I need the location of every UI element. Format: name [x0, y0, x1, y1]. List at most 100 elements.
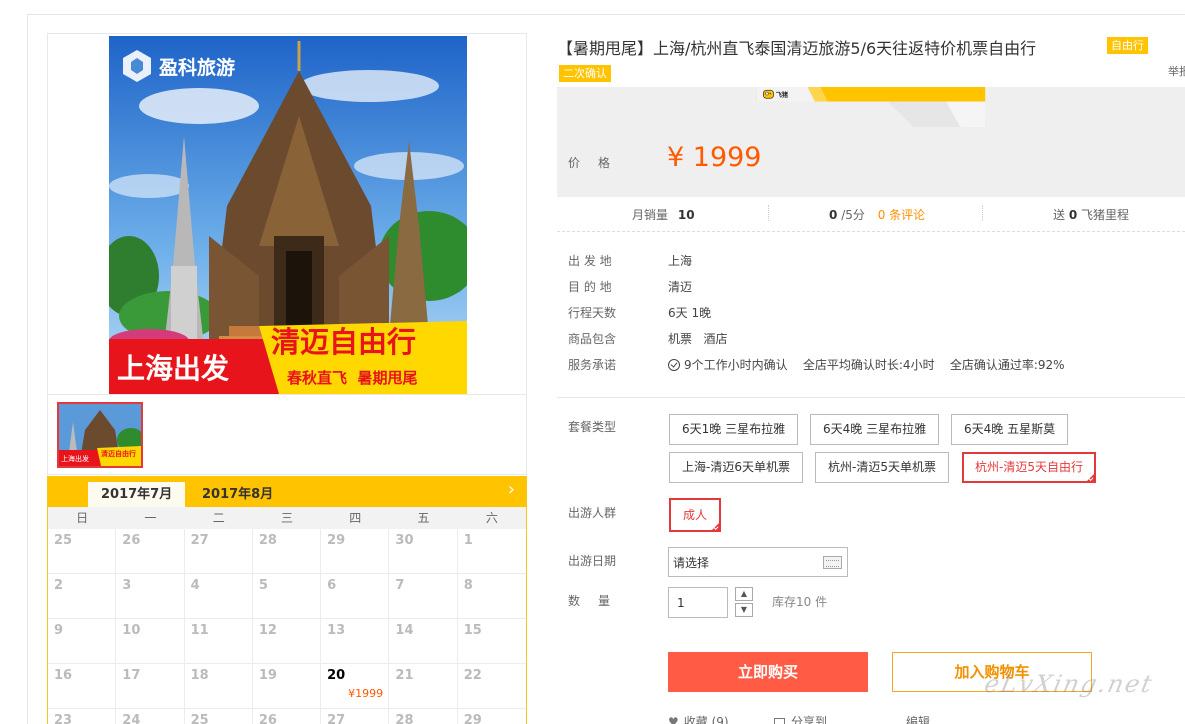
package-option[interactable]: 上海-清迈6天单机票 — [669, 452, 803, 483]
package-option[interactable]: 6天1晚 三星布拉雅 — [669, 414, 799, 445]
calendar-day-number: 25 — [190, 713, 209, 724]
calendar-day[interactable]: 26 — [253, 709, 322, 724]
monthly-sales-value: 10 — [677, 208, 695, 222]
calendar-day[interactable]: 20 ¥1999 — [321, 664, 390, 709]
thumbnail-image[interactable]: 上海出发 清迈自由行 — [57, 402, 143, 468]
calendar-day[interactable]: 27 — [184, 529, 253, 574]
calendar-day-number: 11 — [190, 623, 209, 638]
calendar-day[interactable]: 30 — [389, 529, 458, 574]
package-option[interactable]: 6天4晚 五星斯莫 — [951, 414, 1069, 445]
calendar-day[interactable]: 25 — [48, 529, 117, 574]
calendar-day-number: 26 — [258, 713, 277, 724]
price-panel: 飞猪 价格 ¥ 1999 — [557, 87, 1185, 197]
calendar-day[interactable]: 24 — [116, 709, 185, 724]
calendar-day-number: 23 — [54, 713, 73, 724]
calendar-day[interactable]: 10 — [116, 619, 185, 664]
attr-label: 目 的 地 — [568, 280, 612, 294]
calendar-day-number: 3 — [122, 578, 132, 593]
heart-icon: ♥ — [668, 715, 679, 724]
calendar-day[interactable]: 27 — [321, 709, 390, 724]
price-calendar: 2017年7月 2017年8月 › 日 一 二 三 四 五 六 25 26 27 28… — [47, 476, 527, 724]
confirm-badge: 二次确认 — [559, 65, 611, 82]
calendar-day[interactable]: 25 — [185, 709, 253, 724]
price-value: ¥ 1999 — [667, 142, 762, 173]
package-option[interactable]: 杭州-清迈5天单机票 — [815, 452, 949, 483]
calendar-day-number: 29 — [463, 713, 482, 724]
report-link[interactable]: 举报 — [1168, 63, 1185, 79]
banner-left-text: 上海出发 — [117, 352, 229, 385]
quantity-decrease-button[interactable]: ▼ — [735, 603, 753, 617]
travel-date-input[interactable] — [668, 547, 848, 577]
calendar-day-number: 30 — [395, 533, 414, 548]
calendar-day[interactable]: 19 — [252, 664, 322, 709]
attr-value: 清迈 — [668, 280, 693, 294]
calendar-day[interactable]: 5 — [252, 574, 322, 619]
thumbnail-strip: 上海出发 清迈自由行 — [47, 395, 527, 475]
calendar-icon[interactable] — [823, 556, 842, 569]
package-option[interactable]: 6天4晚 三星布拉雅 — [810, 414, 940, 445]
calendar-day[interactable]: 3 — [116, 574, 185, 619]
calendar-day-number: 16 — [54, 668, 73, 683]
calendar-day[interactable]: 12 — [252, 619, 322, 664]
calendar-day[interactable]: 4 — [184, 574, 253, 619]
calendar-day[interactable]: 23 — [48, 709, 117, 724]
travelers-label: 出游人群 — [568, 506, 617, 520]
attr-label: 服务承诺 — [568, 358, 617, 372]
weekday-label: 二 — [212, 511, 225, 525]
monthly-sales-label: 月销量 — [632, 208, 669, 222]
calendar-day[interactable]: 17 — [116, 664, 185, 709]
calendar-tab-july[interactable]: 2017年7月 — [88, 482, 186, 507]
weekday-label: 日 — [76, 511, 89, 525]
calendar-day[interactable]: 7 — [389, 574, 458, 619]
calendar-day[interactable]: 16 — [48, 664, 117, 709]
quantity-label: 数量 — [568, 594, 629, 608]
calendar-day[interactable]: 1 — [457, 529, 526, 574]
calendar-day-number: 27 — [190, 533, 209, 548]
banner-sub-text: 春秋直飞 暑期甩尾 — [287, 369, 417, 387]
calendar-day[interactable]: 28 — [252, 529, 322, 574]
service-promise: 9个工作小时内确认 全店平均确认时长:4小时 全店确认通过率:92% — [668, 356, 1065, 373]
mileage: 送 0 飞猪里程 — [1053, 206, 1129, 223]
section-divider — [557, 397, 1185, 398]
calendar-day-number: 17 — [122, 668, 141, 683]
chevron-right-icon[interactable]: › — [508, 479, 515, 500]
buy-now-button[interactable]: 立即购买 — [668, 652, 868, 692]
free-travel-badge: 自由行 — [1107, 37, 1148, 54]
calendar-day[interactable]: 22 — [457, 664, 526, 709]
traveler-option-adult[interactable]: 成人 — [669, 498, 722, 532]
calendar-day[interactable]: 8 — [457, 574, 526, 619]
share-link[interactable]: 分享到 — [774, 713, 827, 724]
calendar-day[interactable]: 6 — [321, 574, 390, 619]
quantity-increase-button[interactable]: ▲ — [735, 587, 753, 601]
calendar-day[interactable]: 14 — [389, 619, 458, 664]
calendar-day[interactable]: 18 — [184, 664, 253, 709]
reviews-link[interactable]: 0 条评论 — [878, 208, 925, 222]
calendar-day[interactable]: 29 — [321, 529, 390, 574]
calendar-day[interactable]: 13 — [321, 619, 390, 664]
score-suffix: /5分 — [841, 208, 865, 222]
package-option-selected[interactable]: 杭州-清迈5天自由行 — [962, 452, 1096, 483]
calendar-day-number: 2 — [54, 578, 64, 593]
calendar-day-number: 1 — [463, 533, 473, 548]
stats-divider — [982, 205, 983, 221]
calendar-day[interactable]: 29 — [458, 709, 526, 724]
share-icon — [774, 718, 785, 724]
calendar-day-number: 13 — [327, 623, 346, 638]
product-main-image[interactable]: 盈科旅游 上海出发 清迈自由行 春秋直飞 暑期甩尾 — [109, 36, 467, 394]
favorite-link[interactable]: ♥ 收藏 (9) — [668, 713, 729, 724]
calendar-tab-august[interactable]: 2017年8月 — [189, 482, 286, 507]
stock-text: 库存10 件 — [772, 595, 828, 609]
calendar-day[interactable]: 2 — [48, 574, 117, 619]
rating: 0 /5分 0 条评论 — [829, 206, 925, 223]
calendar-day[interactable]: 21 — [389, 664, 458, 709]
calendar-day[interactable]: 15 — [457, 619, 526, 664]
calendar-day[interactable]: 26 — [116, 529, 185, 574]
calendar-day[interactable]: 9 — [48, 619, 117, 664]
attr-value: 机票 酒店 — [668, 332, 728, 346]
calendar-day[interactable]: 28 — [389, 709, 458, 724]
quantity-input[interactable] — [668, 587, 728, 618]
calendar-grid: 25 26 27 28 29 30 1 2 3 4 5 6 7 8 9 10 11 12 13 14 15 16 17 18 1… — [48, 529, 526, 724]
calendar-day[interactable]: 11 — [184, 619, 253, 664]
calendar-day-price: ¥1999 — [348, 687, 384, 700]
edit-link[interactable]: 编辑 — [906, 713, 930, 724]
